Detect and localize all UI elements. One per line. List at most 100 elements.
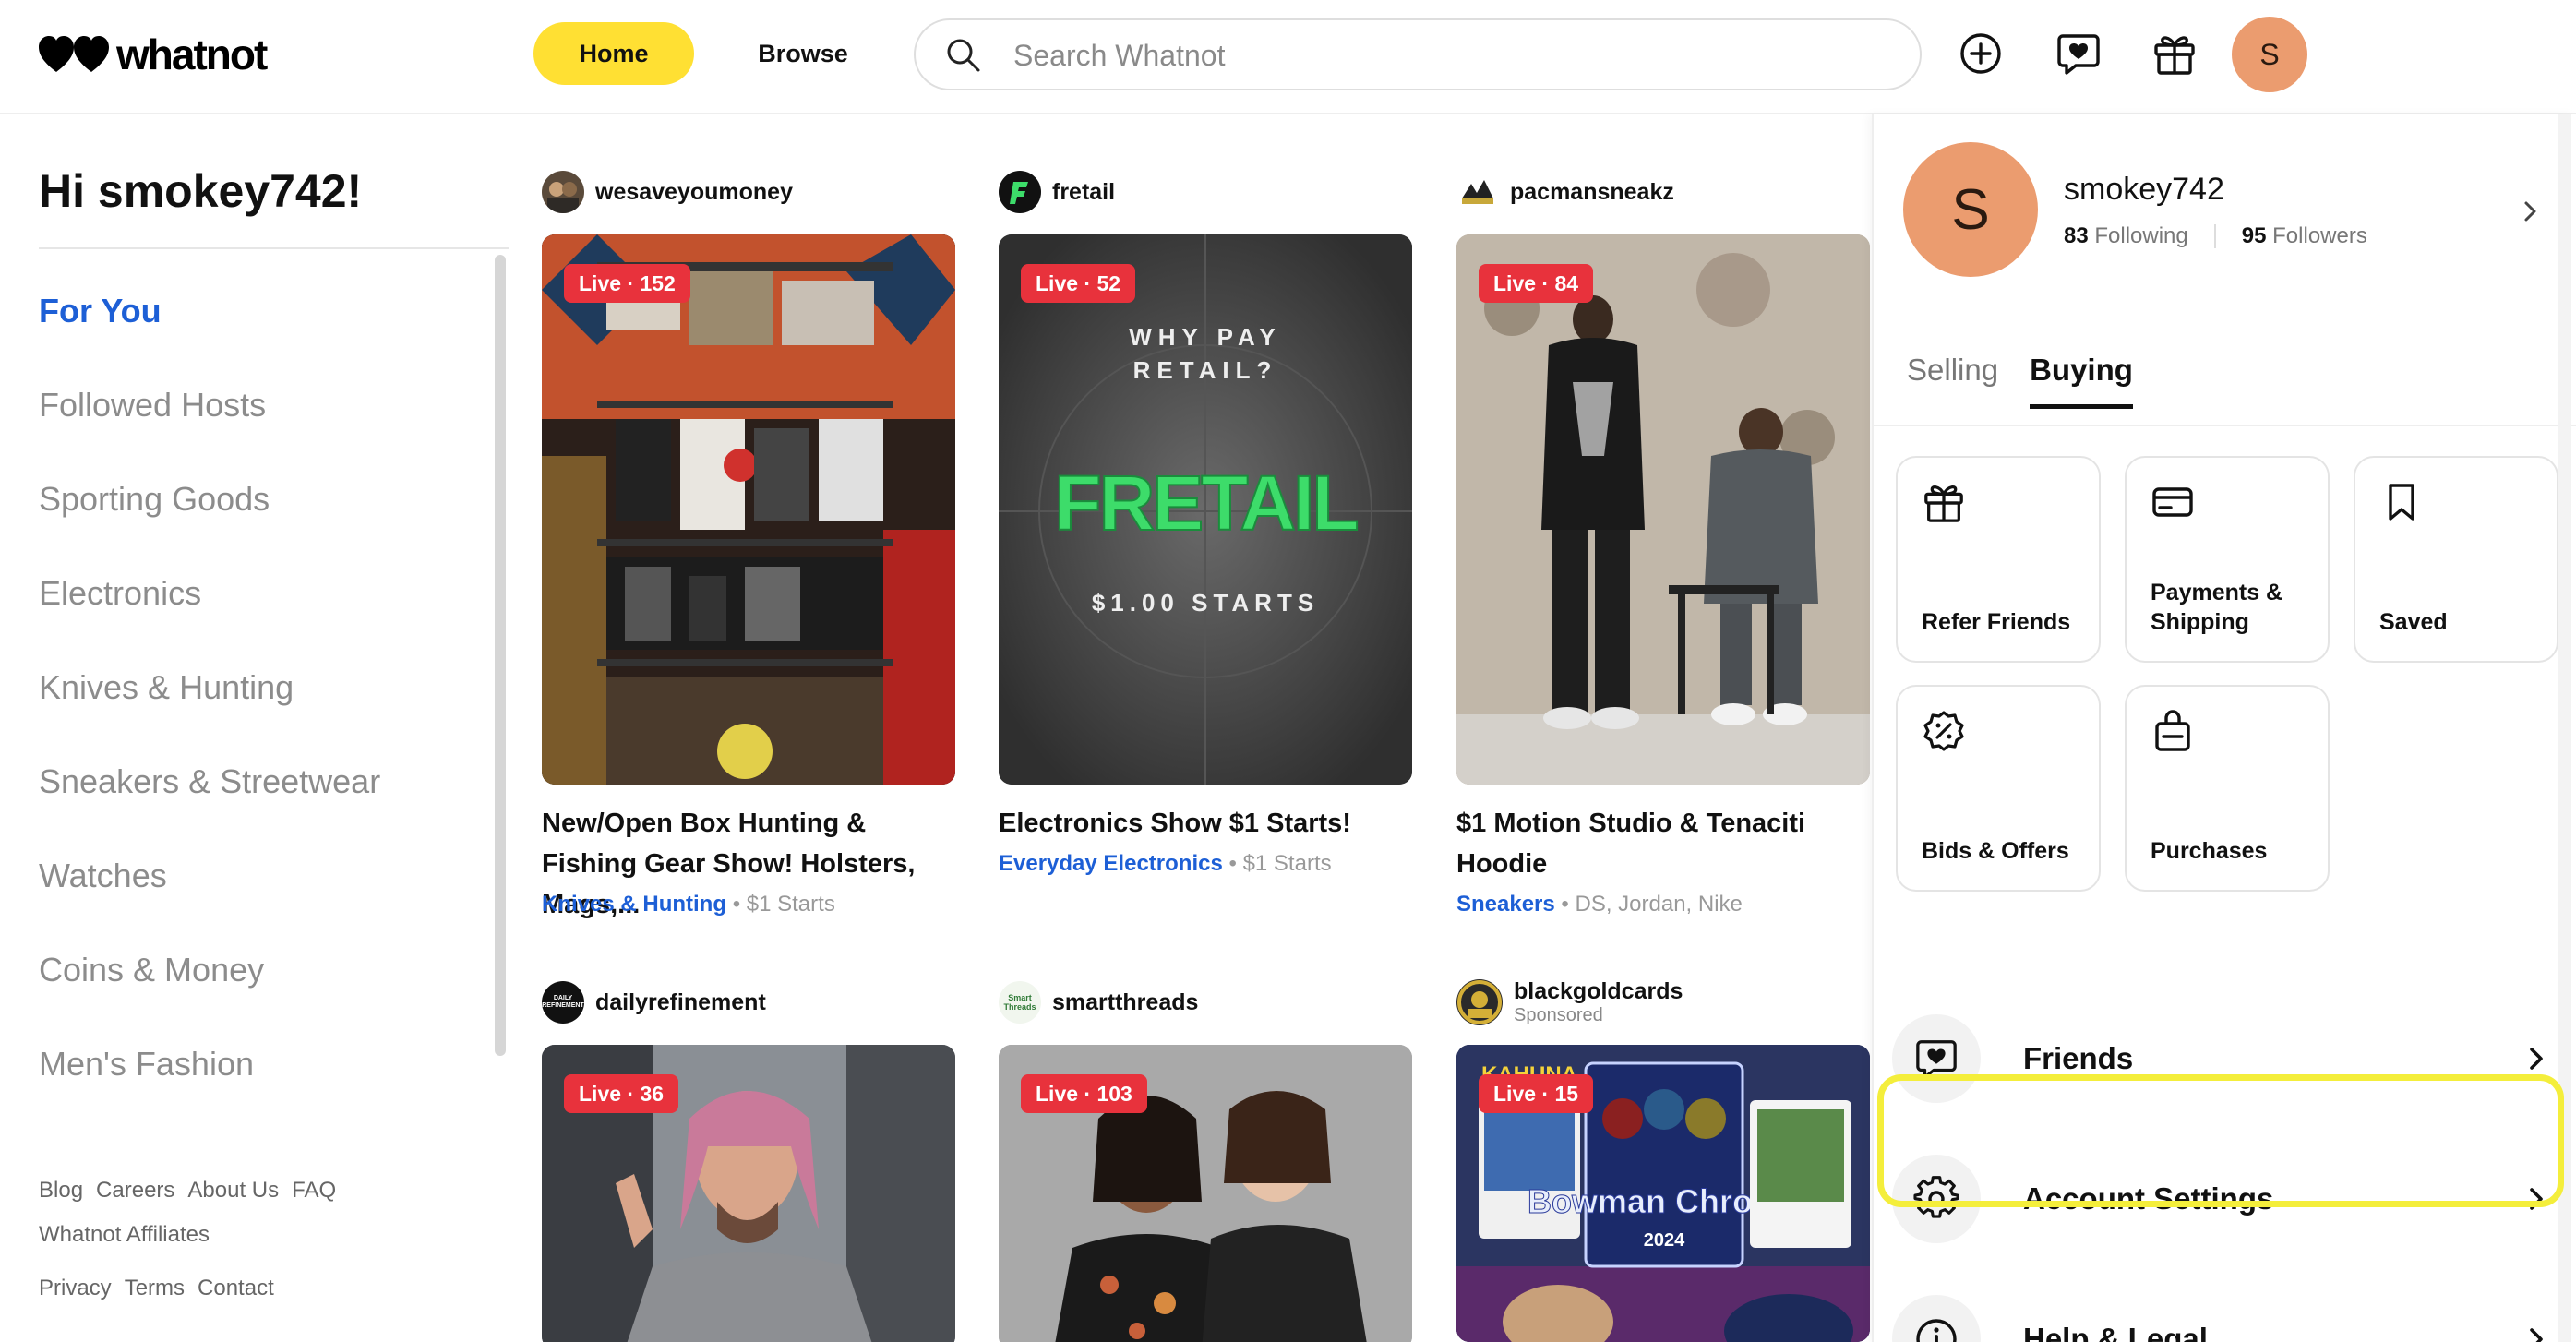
bookmark-icon <box>2389 484 2414 521</box>
credit-card-icon <box>2152 487 2193 517</box>
live-viewer-badge: Live · 15 <box>1479 1074 1594 1113</box>
show-card[interactable]: blackgoldcards Sponsored KAHUNA Bowman C… <box>1456 977 1870 1342</box>
show-meta: Knives & Hunting • $1 Starts <box>542 892 835 917</box>
search-input[interactable] <box>1013 35 1844 76</box>
rewards-button[interactable] <box>2143 22 2206 85</box>
category-watches[interactable]: Watches <box>39 829 500 923</box>
footer-link-faq[interactable]: FAQ <box>292 1178 336 1203</box>
profile-username[interactable]: smokey742 <box>2064 172 2224 208</box>
footer-link-careers[interactable]: Careers <box>96 1178 174 1203</box>
tab-selling[interactable]: Selling <box>1907 353 1998 409</box>
tile-purchases[interactable]: Purchases <box>2125 685 2330 892</box>
followers-stat[interactable]: 95 Followers <box>2242 223 2367 249</box>
tab-buying[interactable]: Buying <box>2030 353 2133 409</box>
category-mens-fashion[interactable]: Men's Fashion <box>39 1017 500 1111</box>
fretail-promo-image: WHY PAY RETAIL? FRETAIL $1.00 STARTS <box>999 234 1412 785</box>
stream-thumbnail[interactable]: WHY PAY RETAIL? FRETAIL $1.00 STARTS Liv… <box>999 234 1412 785</box>
show-title[interactable]: Electronics Show $1 Starts! <box>999 803 1412 844</box>
nav-home-button[interactable]: Home <box>533 22 694 85</box>
chevron-right-icon <box>2530 1048 2543 1070</box>
whatnot-logo[interactable]: whatnot <box>39 30 268 78</box>
host-avatar <box>1456 979 1503 1025</box>
thumb-text-year: 2024 <box>1644 1230 1685 1251</box>
tile-label: Bids & Offers <box>1922 838 2069 864</box>
followers-count: 95 <box>2241 223 2267 248</box>
profile-avatar[interactable]: S <box>1903 142 2038 277</box>
stream-thumbnail[interactable]: Live · 152 <box>542 234 955 785</box>
card-host[interactable]: blackgoldcards Sponsored <box>1456 977 1683 1028</box>
stream-thumbnail[interactable]: Live · 36 <box>542 1045 955 1342</box>
category-for-you[interactable]: For You <box>39 264 500 358</box>
meta-separator: • <box>1228 851 1243 876</box>
footer-link-terms[interactable]: Terms <box>125 1276 185 1300</box>
following-stat[interactable]: 83 Following <box>2064 223 2188 249</box>
following-count: 83 <box>2064 223 2089 248</box>
profile-avatar-button[interactable]: S <box>2232 17 2307 92</box>
tile-bids-offers[interactable]: Bids & Offers <box>1896 685 2101 892</box>
card-host[interactable]: DAILY REFINEMENT dailyrefinement <box>542 980 766 1024</box>
footer-link-contact[interactable]: Contact <box>198 1276 274 1300</box>
tile-refer-friends[interactable]: Refer Friends <box>1896 456 2101 663</box>
stream-thumbnail[interactable]: Live · 103 <box>999 1045 1412 1342</box>
footer-link-about[interactable]: About Us <box>187 1178 279 1203</box>
category-sporting-goods[interactable]: Sporting Goods <box>39 452 500 546</box>
plus-circle-icon <box>1960 33 2001 74</box>
stream-thumbnail[interactable]: KAHUNA Bowman Chrome 2024 Live · 15 <box>1456 1045 1870 1342</box>
show-title[interactable]: $1 Motion Studio & Tenaciti Hoodie <box>1456 803 1870 884</box>
show-card[interactable]: pacmansneakz Live · 84 $1 Motion Studio … <box>1456 170 1870 927</box>
show-meta: Everyday Electronics • $1 Starts <box>999 851 1332 877</box>
meta-text: DS, Jordan, Nike <box>1575 892 1743 917</box>
card-host[interactable]: fretail <box>999 170 1115 214</box>
show-card[interactable]: wesaveyoumoney Live · 152 New/Open Box H… <box>542 170 955 927</box>
category-followed-hosts[interactable]: Followed Hosts <box>39 358 500 452</box>
messages-button[interactable] <box>2047 22 2110 85</box>
live-viewer-badge: Live · 152 <box>564 264 690 303</box>
tabs-divider <box>1874 425 2576 426</box>
search-bar[interactable] <box>914 18 1922 90</box>
category-tag[interactable]: Sneakers <box>1456 892 1555 917</box>
create-show-button[interactable] <box>1949 22 2012 85</box>
footer-link-blog[interactable]: Blog <box>39 1178 83 1203</box>
host-avatar <box>542 171 584 213</box>
tile-payments-shipping[interactable]: Payments & Shipping <box>2125 456 2330 663</box>
category-sneakers-streetwear[interactable]: Sneakers & Streetwear <box>39 735 500 829</box>
profile-stats: 83 Following 95 Followers <box>2064 223 2367 249</box>
stream-thumbnail[interactable]: Live · 84 <box>1456 234 1870 785</box>
footer-links: Blog Careers About Us FAQ Whatnot Affiliate… <box>39 1168 500 1257</box>
show-card[interactable]: DAILY REFINEMENT dailyrefinement Live · … <box>542 980 955 1342</box>
search-icon <box>947 39 980 72</box>
host-avatar <box>1456 171 1499 213</box>
category-knives-hunting[interactable]: Knives & Hunting <box>39 641 500 735</box>
category-coins-money[interactable]: Coins & Money <box>39 923 500 1017</box>
category-tag[interactable]: Everyday Electronics <box>999 851 1223 876</box>
category-list: For You Followed Hosts Sporting Goods El… <box>39 264 500 1111</box>
host-avatar: Smart Threads <box>999 981 1041 1024</box>
nav-browse-button[interactable]: Browse <box>729 22 877 85</box>
host-name: fretail <box>1052 178 1116 205</box>
gear-shelf-image <box>542 234 955 785</box>
show-card[interactable]: Smart Threads smartthreads Live · 103 <box>999 980 1412 1342</box>
meta-separator: • <box>732 892 747 917</box>
row-label: Friends <box>2023 1041 2134 1075</box>
tile-label: Saved <box>2379 609 2448 635</box>
card-host[interactable]: Smart Threads smartthreads <box>999 980 1198 1024</box>
tile-saved[interactable]: Saved <box>2354 456 2558 663</box>
live-viewer-badge: Live · 103 <box>1021 1074 1147 1113</box>
card-host[interactable]: wesaveyoumoney <box>542 170 793 214</box>
percent-badge-icon <box>1923 711 1964 751</box>
footer-link-privacy[interactable]: Privacy <box>39 1276 112 1300</box>
menu-row-help-legal[interactable]: Help & Legal <box>1892 1279 2560 1342</box>
host-avatar: DAILY REFINEMENT <box>542 981 584 1024</box>
footer-link-affiliates[interactable]: Whatnot Affiliates <box>39 1222 210 1247</box>
category-electronics[interactable]: Electronics <box>39 546 500 641</box>
card-host[interactable]: pacmansneakz <box>1456 170 1674 214</box>
footer-legal-links: Privacy Terms Contact <box>39 1276 287 1301</box>
logo-text: whatnot <box>116 30 268 78</box>
category-tag[interactable]: Knives & Hunting <box>542 892 726 917</box>
following-label: Following <box>2094 223 2188 248</box>
sidebar-scrollbar[interactable] <box>495 255 506 1056</box>
profile-chevron-button[interactable] <box>2520 198 2542 230</box>
shopping-bag-icon <box>2155 710 2190 751</box>
meta-text: $1 Starts <box>746 892 835 917</box>
show-card[interactable]: fretail WHY PAY RETAIL? FRETAIL $1.00 ST… <box>999 170 1412 927</box>
